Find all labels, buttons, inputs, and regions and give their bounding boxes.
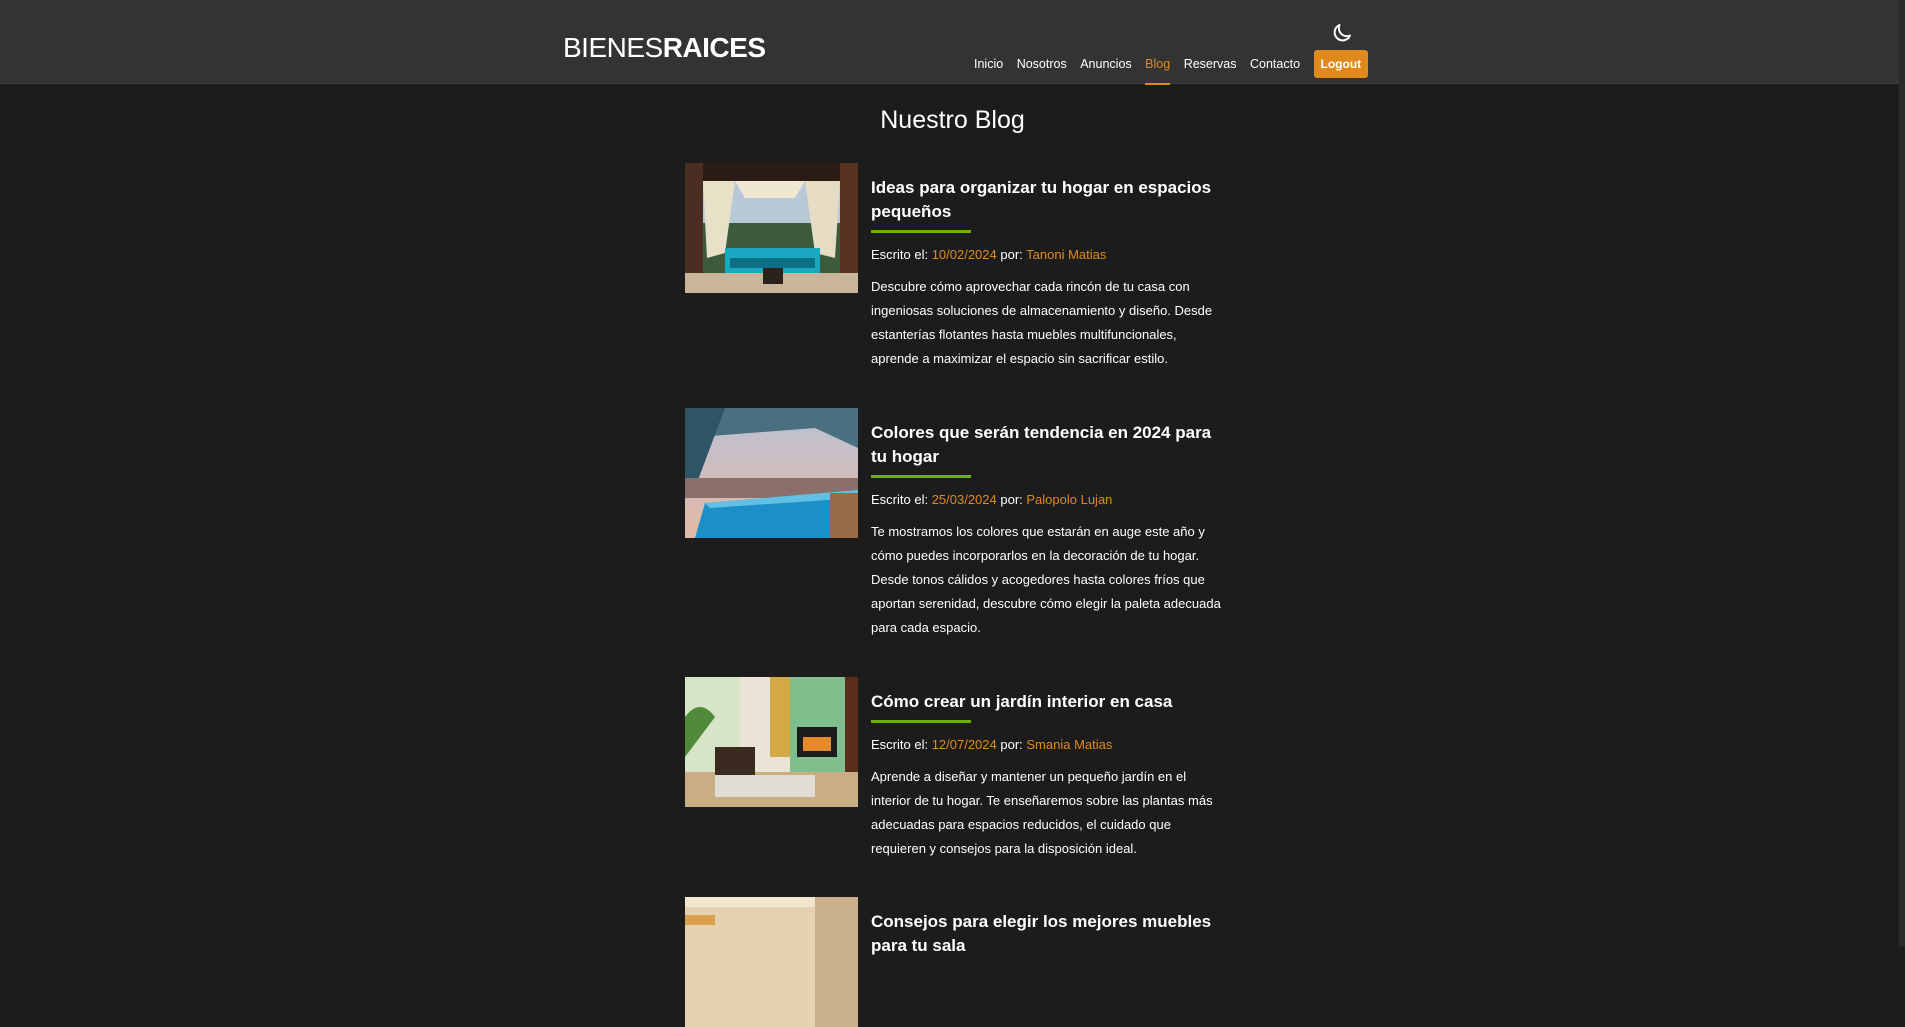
site-header: BIENESRAICES Inicio Nosotros Anuncios Bl…: [0, 0, 1905, 85]
logout-button[interactable]: Logout: [1313, 50, 1369, 78]
title-underline: [871, 230, 971, 233]
blog-entry-summary: Descubre cómo aprovechar cada rincón de …: [871, 279, 1213, 366]
title-underline: [871, 475, 971, 478]
meta-by: por:: [996, 737, 1027, 752]
main-nav: Inicio Nosotros Anuncios Blog Reservas C…: [974, 50, 1369, 85]
blog-entry-title[interactable]: Ideas para organizar tu hogar en espacio…: [871, 176, 1225, 224]
scrollbar[interactable]: [1899, 0, 1905, 947]
blog-thumbnail-living-room[interactable]: [685, 677, 858, 807]
entry-date: 25/03/2024: [931, 492, 997, 507]
nav-blog[interactable]: Blog: [1145, 51, 1171, 85]
moon-icon[interactable]: [1330, 21, 1354, 45]
blog-entry-title[interactable]: Cómo crear un jardín interior en casa: [871, 690, 1225, 714]
meta-prefix: Escrito el:: [871, 737, 932, 752]
entry-date: 10/02/2024: [931, 247, 997, 262]
blog-entry-meta: Escrito el: 25/03/2024 por: Palopolo Luj…: [871, 492, 1225, 507]
blog-entry-title[interactable]: Consejos para elegir los mejores muebles…: [871, 910, 1225, 958]
nav-anuncios[interactable]: Anuncios: [1080, 51, 1131, 77]
blog-entry-summary: Aprende a diseñar y mantener un pequeño …: [871, 769, 1213, 856]
meta-prefix: Escrito el:: [871, 247, 932, 262]
meta-by: por:: [996, 492, 1027, 507]
logo-light-text: BIENES: [563, 32, 663, 63]
blog-entry-meta: Escrito el: 10/02/2024 por: Tanoni Matia…: [871, 247, 1225, 262]
meta-by: por:: [996, 247, 1027, 262]
nav-contacto[interactable]: Contacto: [1250, 51, 1300, 77]
nav-reservas[interactable]: Reservas: [1184, 51, 1237, 77]
nav-nosotros[interactable]: Nosotros: [1017, 51, 1067, 77]
page-title: Nuestro Blog: [880, 106, 1025, 134]
entry-date: 12/07/2024: [931, 737, 997, 752]
blog-entry-summary: Te mostramos los colores que estarán en …: [871, 524, 1221, 635]
blog-thumbnail-pool[interactable]: [685, 408, 858, 538]
logo[interactable]: BIENESRAICES: [563, 32, 766, 64]
entry-author: Tanoni Matias: [1026, 247, 1107, 262]
meta-prefix: Escrito el:: [871, 492, 932, 507]
nav-inicio[interactable]: Inicio: [974, 51, 1003, 77]
title-underline: [871, 720, 971, 723]
entry-author: Smania Matias: [1026, 737, 1113, 752]
blog-entry-meta: Escrito el: 12/07/2024 por: Smania Matia…: [871, 737, 1225, 752]
blog-thumbnail-furniture[interactable]: [685, 897, 858, 1027]
entry-author: Palopolo Lujan: [1026, 492, 1113, 507]
blog-entry-title[interactable]: Colores que serán tendencia en 2024 para…: [871, 421, 1225, 469]
blog-thumbnail-terrace[interactable]: [685, 163, 858, 293]
logo-bold-text: RAICES: [662, 32, 766, 63]
